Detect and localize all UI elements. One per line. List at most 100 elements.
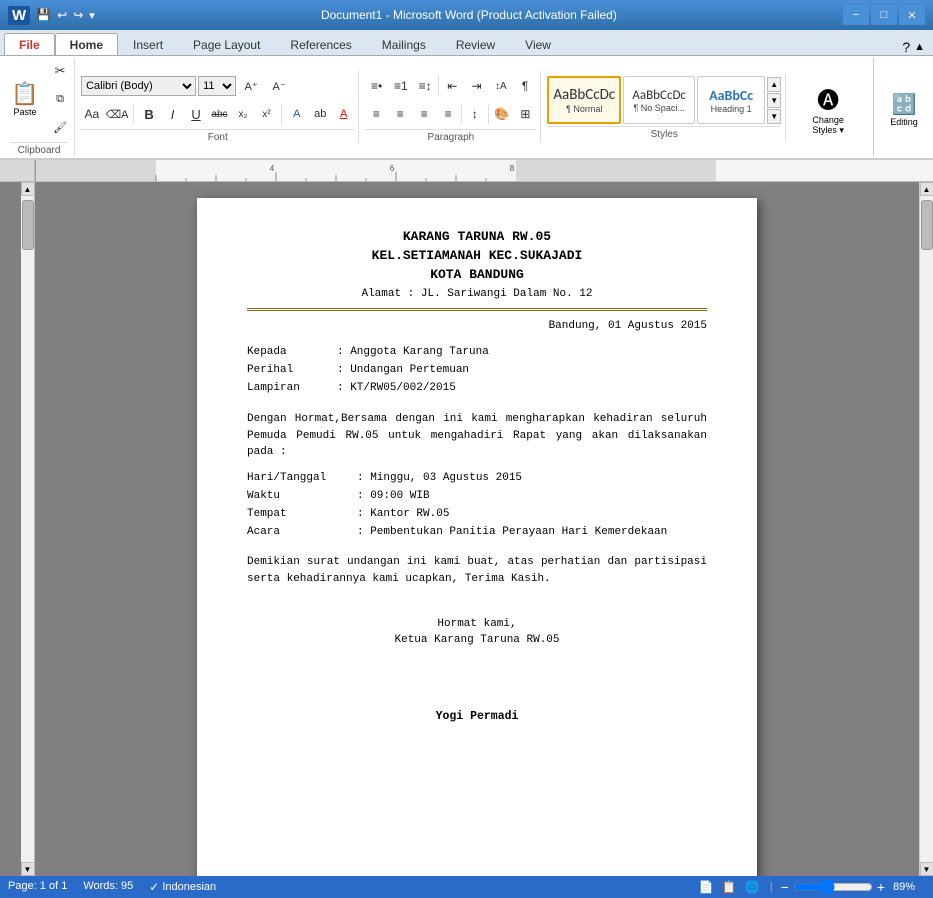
status-left: Page: 1 of 1 Words: 95 ✓ Indonesian xyxy=(8,880,216,894)
tab-file[interactable]: File xyxy=(4,33,55,55)
hari-label: Hari/Tanggal xyxy=(247,471,357,487)
status-bar: Page: 1 of 1 Words: 95 ✓ Indonesian 📄 📋 … xyxy=(0,876,933,898)
vscroll-right-up[interactable]: ▲ xyxy=(920,182,933,196)
editing-section: 🔡 Editing xyxy=(879,85,929,130)
view-web[interactable]: 🌐 xyxy=(743,880,762,894)
document-page[interactable]: KARANG TARUNA RW.05 KEL.SETIAMANAH KEC.S… xyxy=(197,198,757,876)
align-right-button[interactable]: ≡ xyxy=(413,101,435,127)
increase-indent-button[interactable]: ⇥ xyxy=(465,73,487,99)
editing-button[interactable]: 🔡 Editing xyxy=(885,89,923,130)
perihal-value: : Undangan Pertemuan xyxy=(337,363,469,379)
decrease-indent-button[interactable]: ⇤ xyxy=(441,73,463,99)
justify-button[interactable]: ≡ xyxy=(437,101,459,127)
lampiran-label: Lampiran xyxy=(247,381,337,397)
style-heading1-label: Heading 1 xyxy=(711,104,752,114)
help-icon[interactable]: ? xyxy=(902,39,910,55)
paste-button[interactable]: 📋 Paste xyxy=(5,73,45,125)
font-name-select[interactable]: Calibri (Body) xyxy=(81,76,196,96)
style-normal[interactable]: AaBbCcDc ¶ Normal xyxy=(547,76,621,124)
status-right: 📄 📋 🌐 | − + 89% xyxy=(697,879,925,895)
svg-text:4: 4 xyxy=(270,164,275,173)
styles-scroll-down[interactable]: ▼ xyxy=(767,93,781,108)
quick-access-redo[interactable]: ↪ xyxy=(73,8,83,22)
ribbon-toolbar: 📋 Paste ✂ ⧉ 🖌 Clipboard Calibri (Body) 1… xyxy=(0,56,933,158)
shading-button[interactable]: 🎨 xyxy=(491,101,513,127)
show-hide-button[interactable]: ¶ xyxy=(514,73,536,99)
window-title: Document1 - Microsoft Word (Product Acti… xyxy=(321,8,617,22)
vscroll-down[interactable]: ▼ xyxy=(21,862,35,876)
format-painter-button[interactable]: 🖌 xyxy=(47,114,73,140)
numbering-button[interactable]: ≡1 xyxy=(390,73,412,99)
vscroll-right-down[interactable]: ▼ xyxy=(920,862,933,876)
quick-access-undo[interactable]: ↩ xyxy=(57,8,67,22)
change-case-button[interactable]: Aa xyxy=(81,101,102,127)
copy-button[interactable]: ⧉ xyxy=(47,86,73,112)
cut-button[interactable]: ✂ xyxy=(47,58,73,84)
maximize-button[interactable]: □ xyxy=(871,5,897,25)
subscript-button[interactable]: x₂ xyxy=(232,101,253,127)
font-section: Calibri (Body) 11 A⁺ A⁻ Aa ⌫A B I U abc … xyxy=(77,71,359,143)
line-spacing-button[interactable]: ↕ xyxy=(464,101,486,127)
zoom-out-button[interactable]: − xyxy=(781,879,789,895)
vscroll-up[interactable]: ▲ xyxy=(21,182,35,196)
font-size-select[interactable]: 11 xyxy=(198,76,236,96)
clear-formatting-button[interactable]: ⌫A xyxy=(105,101,130,127)
styles-more[interactable]: ▼ xyxy=(767,109,781,124)
center-button[interactable]: ≡ xyxy=(389,101,411,127)
vscroll-thumb[interactable] xyxy=(921,200,933,250)
align-left-button[interactable]: ≡ xyxy=(365,101,387,127)
quick-access-save[interactable]: 💾 xyxy=(36,8,51,22)
strikethrough-button[interactable]: abc xyxy=(209,101,230,127)
highlight-button[interactable]: ab xyxy=(310,101,331,127)
tab-page-layout[interactable]: Page Layout xyxy=(178,33,275,55)
zoom-slider[interactable] xyxy=(793,881,873,893)
waktu-label: Waktu xyxy=(247,489,357,505)
tab-references[interactable]: References xyxy=(275,33,366,55)
doc-body-para: Dengan Hormat,Bersama dengan ini kami me… xyxy=(247,411,707,461)
view-full-screen[interactable]: 📋 xyxy=(720,880,739,894)
editing-label: Editing xyxy=(890,117,918,127)
waktu-value: : 09:00 WIB xyxy=(357,489,430,505)
view-print-layout[interactable]: 📄 xyxy=(697,880,716,894)
page-container[interactable]: KARANG TARUNA RW.05 KEL.SETIAMANAH KEC.S… xyxy=(35,182,919,876)
styles-scroll-up[interactable]: ▲ xyxy=(767,77,781,92)
tab-home[interactable]: Home xyxy=(55,33,118,55)
tab-review[interactable]: Review xyxy=(441,33,510,55)
bold-button[interactable]: B xyxy=(138,101,159,127)
language-indicator[interactable]: ✓ Indonesian xyxy=(149,880,216,894)
font-color-button[interactable]: A xyxy=(333,101,354,127)
doc-tempat: Tempat : Kantor RW.05 xyxy=(247,507,707,523)
zoom-in-button[interactable]: + xyxy=(877,879,885,895)
change-styles-button[interactable]: 🅐 Change Styles ▾ xyxy=(807,80,849,139)
doc-waktu: Waktu : 09:00 WIB xyxy=(247,489,707,505)
quick-access-customize[interactable]: ▾ xyxy=(89,9,95,22)
bullets-button[interactable]: ≡• xyxy=(365,73,387,99)
tempat-value: : Kantor RW.05 xyxy=(357,507,449,523)
grow-font-button[interactable]: A⁺ xyxy=(238,73,264,99)
tab-mailings[interactable]: Mailings xyxy=(367,33,441,55)
minimize-button[interactable]: − xyxy=(843,5,869,25)
lampiran-value: : KT/RW05/002/2015 xyxy=(337,381,456,397)
close-button[interactable]: ✕ xyxy=(899,5,925,25)
shrink-font-button[interactable]: A⁻ xyxy=(266,73,292,99)
doc-signature: Hormat kami, Ketua Karang Taruna RW.05 xyxy=(247,617,707,649)
change-styles-section: 🅐 Change Styles ▾ xyxy=(788,76,868,139)
text-effects-button[interactable]: A xyxy=(286,101,307,127)
svg-text:6: 6 xyxy=(390,164,395,173)
underline-button[interactable]: U xyxy=(185,101,206,127)
expand-icon[interactable]: ▲ xyxy=(914,41,925,53)
superscript-button[interactable]: x² xyxy=(256,101,277,127)
perihal-label: Perihal xyxy=(247,363,337,379)
tab-insert[interactable]: Insert xyxy=(118,33,178,55)
styles-section: AaBbCcDc ¶ Normal AaBbCcDc ¶ No Spaci...… xyxy=(543,74,786,140)
italic-button[interactable]: I xyxy=(162,101,183,127)
multilevel-button[interactable]: ≡↕ xyxy=(414,73,436,99)
borders-button[interactable]: ⊞ xyxy=(514,101,536,127)
sort-button[interactable]: ↕A xyxy=(490,73,512,99)
style-heading1[interactable]: AaBbCc Heading 1 xyxy=(697,76,765,124)
font-label: Font xyxy=(81,129,354,143)
tab-view[interactable]: View xyxy=(510,33,566,55)
style-no-spacing[interactable]: AaBbCcDc ¶ No Spaci... xyxy=(623,76,695,124)
ribbon-separator xyxy=(873,58,874,156)
styles-scroll: ▲ ▼ ▼ xyxy=(767,76,781,124)
